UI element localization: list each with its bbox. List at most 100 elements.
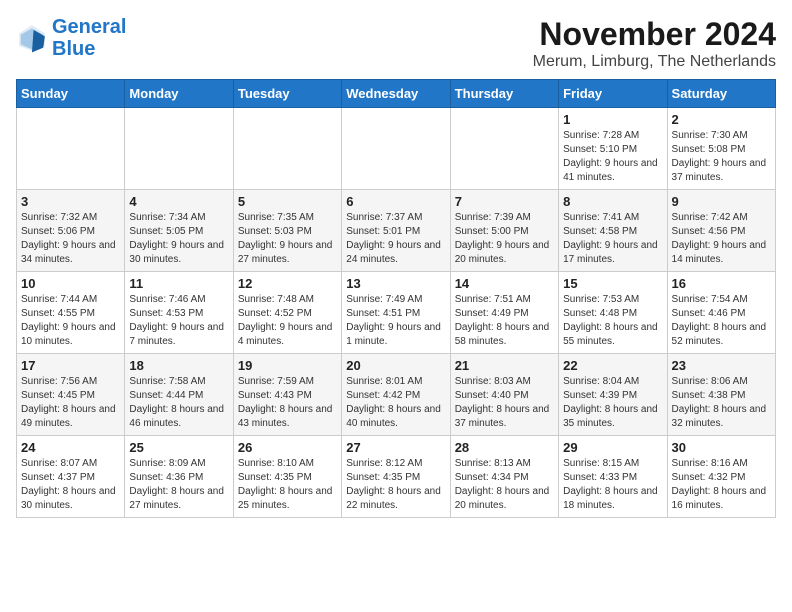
day-detail: Sunrise: 7:42 AMSunset: 4:56 PMDaylight:… <box>672 212 767 265</box>
day-detail: Sunrise: 8:03 AMSunset: 4:40 PMDaylight:… <box>455 376 550 429</box>
day-number: 4 <box>129 194 228 209</box>
day-detail: Sunrise: 7:39 AMSunset: 5:00 PMDaylight:… <box>455 212 550 265</box>
day-number: 8 <box>563 194 662 209</box>
day-number: 14 <box>455 276 554 291</box>
day-detail: Sunrise: 7:35 AMSunset: 5:03 PMDaylight:… <box>238 212 333 265</box>
day-detail: Sunrise: 7:58 AMSunset: 4:44 PMDaylight:… <box>129 376 224 429</box>
day-detail: Sunrise: 7:54 AMSunset: 4:46 PMDaylight:… <box>672 294 767 347</box>
day-number: 16 <box>672 276 771 291</box>
day-number: 30 <box>672 440 771 455</box>
logo: General Blue <box>16 16 126 60</box>
calendar-cell: 9 Sunrise: 7:42 AMSunset: 4:56 PMDayligh… <box>667 190 775 272</box>
calendar-cell <box>125 108 233 190</box>
calendar-cell: 15 Sunrise: 7:53 AMSunset: 4:48 PMDaylig… <box>559 272 667 354</box>
logo-icon <box>16 22 48 54</box>
day-detail: Sunrise: 7:46 AMSunset: 4:53 PMDaylight:… <box>129 294 224 347</box>
weekday-header: Tuesday <box>233 80 341 108</box>
day-number: 17 <box>21 358 120 373</box>
calendar-cell: 23 Sunrise: 8:06 AMSunset: 4:38 PMDaylig… <box>667 354 775 436</box>
weekday-header: Friday <box>559 80 667 108</box>
logo-line1: General <box>52 16 126 38</box>
calendar-cell: 3 Sunrise: 7:32 AMSunset: 5:06 PMDayligh… <box>17 190 125 272</box>
day-detail: Sunrise: 7:28 AMSunset: 5:10 PMDaylight:… <box>563 130 658 183</box>
day-detail: Sunrise: 7:37 AMSunset: 5:01 PMDaylight:… <box>346 212 441 265</box>
day-number: 13 <box>346 276 445 291</box>
day-number: 24 <box>21 440 120 455</box>
calendar-cell: 6 Sunrise: 7:37 AMSunset: 5:01 PMDayligh… <box>342 190 450 272</box>
day-number: 12 <box>238 276 337 291</box>
calendar-week-row: 3 Sunrise: 7:32 AMSunset: 5:06 PMDayligh… <box>17 190 776 272</box>
day-detail: Sunrise: 7:48 AMSunset: 4:52 PMDaylight:… <box>238 294 333 347</box>
day-detail: Sunrise: 8:01 AMSunset: 4:42 PMDaylight:… <box>346 376 441 429</box>
day-number: 28 <box>455 440 554 455</box>
month-title: November 2024 <box>533 16 776 53</box>
day-detail: Sunrise: 7:59 AMSunset: 4:43 PMDaylight:… <box>238 376 333 429</box>
day-number: 22 <box>563 358 662 373</box>
page-header: General Blue November 2024 Merum, Limbur… <box>16 16 776 71</box>
calendar-cell: 28 Sunrise: 8:13 AMSunset: 4:34 PMDaylig… <box>450 436 558 518</box>
day-detail: Sunrise: 8:15 AMSunset: 4:33 PMDaylight:… <box>563 458 658 511</box>
calendar-cell: 20 Sunrise: 8:01 AMSunset: 4:42 PMDaylig… <box>342 354 450 436</box>
calendar-week-row: 24 Sunrise: 8:07 AMSunset: 4:37 PMDaylig… <box>17 436 776 518</box>
day-number: 15 <box>563 276 662 291</box>
calendar-cell: 26 Sunrise: 8:10 AMSunset: 4:35 PMDaylig… <box>233 436 341 518</box>
day-detail: Sunrise: 8:12 AMSunset: 4:35 PMDaylight:… <box>346 458 441 511</box>
day-number: 19 <box>238 358 337 373</box>
day-detail: Sunrise: 8:07 AMSunset: 4:37 PMDaylight:… <box>21 458 116 511</box>
day-detail: Sunrise: 7:41 AMSunset: 4:58 PMDaylight:… <box>563 212 658 265</box>
day-number: 23 <box>672 358 771 373</box>
day-number: 3 <box>21 194 120 209</box>
calendar-cell: 25 Sunrise: 8:09 AMSunset: 4:36 PMDaylig… <box>125 436 233 518</box>
calendar-cell: 16 Sunrise: 7:54 AMSunset: 4:46 PMDaylig… <box>667 272 775 354</box>
day-number: 29 <box>563 440 662 455</box>
day-detail: Sunrise: 7:32 AMSunset: 5:06 PMDaylight:… <box>21 212 116 265</box>
calendar-week-row: 1 Sunrise: 7:28 AMSunset: 5:10 PMDayligh… <box>17 108 776 190</box>
calendar-cell: 7 Sunrise: 7:39 AMSunset: 5:00 PMDayligh… <box>450 190 558 272</box>
day-detail: Sunrise: 7:44 AMSunset: 4:55 PMDaylight:… <box>21 294 116 347</box>
day-number: 7 <box>455 194 554 209</box>
calendar-cell: 18 Sunrise: 7:58 AMSunset: 4:44 PMDaylig… <box>125 354 233 436</box>
calendar-cell: 27 Sunrise: 8:12 AMSunset: 4:35 PMDaylig… <box>342 436 450 518</box>
location-title: Merum, Limburg, The Netherlands <box>533 53 776 71</box>
calendar-week-row: 17 Sunrise: 7:56 AMSunset: 4:45 PMDaylig… <box>17 354 776 436</box>
day-number: 27 <box>346 440 445 455</box>
day-number: 6 <box>346 194 445 209</box>
day-detail: Sunrise: 8:13 AMSunset: 4:34 PMDaylight:… <box>455 458 550 511</box>
calendar-cell: 14 Sunrise: 7:51 AMSunset: 4:49 PMDaylig… <box>450 272 558 354</box>
calendar-cell: 4 Sunrise: 7:34 AMSunset: 5:05 PMDayligh… <box>125 190 233 272</box>
weekday-header: Thursday <box>450 80 558 108</box>
day-detail: Sunrise: 7:56 AMSunset: 4:45 PMDaylight:… <box>21 376 116 429</box>
calendar-cell: 22 Sunrise: 8:04 AMSunset: 4:39 PMDaylig… <box>559 354 667 436</box>
logo-line2: Blue <box>52 38 95 60</box>
calendar-cell: 24 Sunrise: 8:07 AMSunset: 4:37 PMDaylig… <box>17 436 125 518</box>
day-number: 11 <box>129 276 228 291</box>
calendar-cell: 1 Sunrise: 7:28 AMSunset: 5:10 PMDayligh… <box>559 108 667 190</box>
calendar-cell: 17 Sunrise: 7:56 AMSunset: 4:45 PMDaylig… <box>17 354 125 436</box>
weekday-header-row: SundayMondayTuesdayWednesdayThursdayFrid… <box>17 80 776 108</box>
weekday-header: Sunday <box>17 80 125 108</box>
day-number: 18 <box>129 358 228 373</box>
day-detail: Sunrise: 7:49 AMSunset: 4:51 PMDaylight:… <box>346 294 441 347</box>
day-detail: Sunrise: 8:09 AMSunset: 4:36 PMDaylight:… <box>129 458 224 511</box>
day-detail: Sunrise: 7:53 AMSunset: 4:48 PMDaylight:… <box>563 294 658 347</box>
day-number: 2 <box>672 112 771 127</box>
calendar-cell: 13 Sunrise: 7:49 AMSunset: 4:51 PMDaylig… <box>342 272 450 354</box>
day-detail: Sunrise: 8:04 AMSunset: 4:39 PMDaylight:… <box>563 376 658 429</box>
calendar-cell: 19 Sunrise: 7:59 AMSunset: 4:43 PMDaylig… <box>233 354 341 436</box>
calendar-table: SundayMondayTuesdayWednesdayThursdayFrid… <box>16 79 776 518</box>
day-detail: Sunrise: 8:16 AMSunset: 4:32 PMDaylight:… <box>672 458 767 511</box>
logo-text: General Blue <box>52 16 126 60</box>
day-number: 25 <box>129 440 228 455</box>
calendar-cell: 11 Sunrise: 7:46 AMSunset: 4:53 PMDaylig… <box>125 272 233 354</box>
calendar-cell: 8 Sunrise: 7:41 AMSunset: 4:58 PMDayligh… <box>559 190 667 272</box>
day-detail: Sunrise: 8:10 AMSunset: 4:35 PMDaylight:… <box>238 458 333 511</box>
calendar-cell: 5 Sunrise: 7:35 AMSunset: 5:03 PMDayligh… <box>233 190 341 272</box>
day-detail: Sunrise: 7:51 AMSunset: 4:49 PMDaylight:… <box>455 294 550 347</box>
day-detail: Sunrise: 8:06 AMSunset: 4:38 PMDaylight:… <box>672 376 767 429</box>
day-number: 9 <box>672 194 771 209</box>
calendar-cell: 12 Sunrise: 7:48 AMSunset: 4:52 PMDaylig… <box>233 272 341 354</box>
calendar-cell <box>233 108 341 190</box>
title-area: November 2024 Merum, Limburg, The Nether… <box>533 16 776 71</box>
day-number: 5 <box>238 194 337 209</box>
weekday-header: Saturday <box>667 80 775 108</box>
